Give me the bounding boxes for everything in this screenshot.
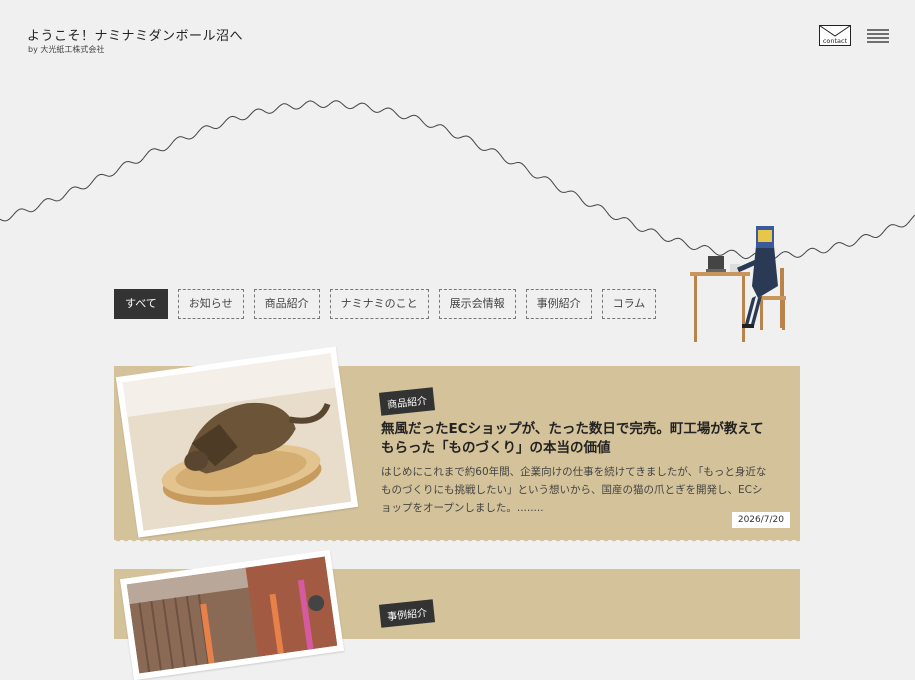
svg-text:contact: contact <box>823 37 848 45</box>
tab-column[interactable]: コラム <box>601 289 657 319</box>
site-title[interactable]: ようこそ！ナミナミダンボール沼へ <box>27 25 243 44</box>
post-photo-street[interactable] <box>119 549 345 680</box>
tab-products[interactable]: 商品紹介 <box>253 289 320 319</box>
post-photo-cat[interactable] <box>115 346 359 538</box>
person-at-desk-illustration <box>690 226 786 342</box>
tab-about-naminami[interactable]: ナミナミのこと <box>329 289 429 319</box>
hamburger-menu-icon[interactable] <box>867 28 889 44</box>
contact-mail-icon[interactable]: contact <box>819 25 851 46</box>
post-title[interactable]: 無風だったECショップが、たった数日で完売。町工場が教えてもらった「ものづくり」… <box>381 420 771 458</box>
tab-all[interactable]: すべて <box>114 289 168 319</box>
post-date: 2026/7/20 <box>731 512 790 528</box>
post-category-badge[interactable]: 事例紹介 <box>378 599 436 628</box>
post-card[interactable]: 商品紹介 無風だったECショップが、たった数日で完売。町工場が教えてもらった「も… <box>114 346 800 544</box>
post-card[interactable]: 事例紹介 <box>114 549 800 680</box>
site-subtitle: by 大光紙工株式会社 <box>28 45 105 54</box>
post-excerpt: はじめにこれまで約60年間、企業向けの仕事を続けてきましたが、「もっと身近なもの… <box>381 466 767 514</box>
post-category-badge[interactable]: 商品紹介 <box>378 387 436 416</box>
tab-case-studies[interactable]: 事例紹介 <box>525 289 592 319</box>
category-tabs: すべて お知らせ 商品紹介 ナミナミのこと 展示会情報 事例紹介 コラム <box>114 289 657 319</box>
tab-news[interactable]: お知らせ <box>177 289 244 319</box>
tab-exhibitions[interactable]: 展示会情報 <box>438 289 516 319</box>
